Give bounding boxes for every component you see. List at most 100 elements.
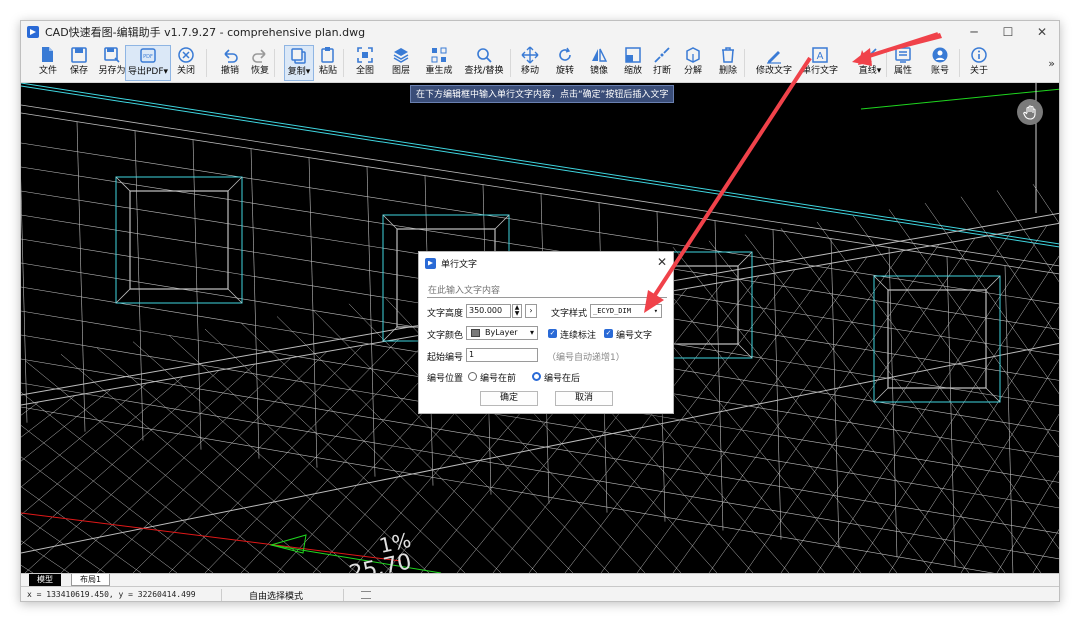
toolbar-button-copy[interactable]: 复制▾ bbox=[284, 45, 314, 81]
toolbar-button-file[interactable]: 文件 bbox=[37, 45, 59, 81]
toolbar-divider bbox=[206, 49, 207, 77]
toolbar-button-delete[interactable]: 删除 bbox=[717, 45, 739, 81]
edit-text-icon bbox=[765, 46, 783, 64]
toolbar-label: 导出PDF▾ bbox=[127, 67, 169, 77]
hint-tooltip: 在下方编辑框中输入单行文字内容，点击“确定”按钮后插入文字 bbox=[410, 85, 675, 103]
cad-hatch-line bbox=[21, 382, 148, 488]
undo-icon bbox=[221, 46, 239, 64]
tab-model[interactable]: 模型 bbox=[29, 574, 61, 586]
toolbar-button-save-as[interactable]: 另存为 bbox=[97, 45, 127, 81]
toolbar: 文件 保存 另存为 PDF 导出PDF▾ 关闭 撤销 恢复 复制▾ 粘贴 全图 图层 重生成 查找/替换 移… bbox=[21, 43, 1059, 83]
toolbar-button-regen[interactable]: 重生成 bbox=[425, 45, 453, 81]
minimize-icon[interactable]: ─ bbox=[957, 21, 991, 43]
cad-planter-edge bbox=[382, 214, 398, 230]
position-after-radio[interactable] bbox=[532, 372, 541, 381]
toolbar-button-single-line-text[interactable]: A 单行文字 bbox=[800, 45, 840, 81]
copy-icon bbox=[290, 47, 308, 65]
cad-grid-line bbox=[250, 148, 260, 459]
toolbar-button-find-replace[interactable]: 查找/替换 bbox=[463, 45, 505, 81]
text-color-value: ByLayer bbox=[485, 328, 518, 337]
toolbar-button-move[interactable]: 移动 bbox=[519, 45, 541, 81]
cad-cyan-line bbox=[21, 85, 1059, 248]
layers-icon bbox=[392, 46, 410, 64]
cad-hatch-line bbox=[744, 234, 1006, 573]
position-before-radio[interactable] bbox=[468, 372, 477, 381]
tab-layout1[interactable]: 布局1 bbox=[71, 574, 111, 586]
regen-icon bbox=[430, 46, 448, 64]
cad-grid-line bbox=[366, 166, 376, 477]
toolbar-button-zoom-extents[interactable]: 全图 bbox=[354, 45, 376, 81]
toolbar-button-scale[interactable]: 缩放 bbox=[622, 45, 644, 81]
height-more-button[interactable]: › bbox=[525, 304, 537, 318]
toolbar-button-line[interactable]: 直线▾ bbox=[855, 45, 885, 81]
toolbar-label: 撤销 bbox=[220, 66, 239, 76]
toolbar-button-explode[interactable]: 分解 bbox=[682, 45, 704, 81]
toolbar-more-button[interactable]: » bbox=[1048, 57, 1055, 70]
save-icon bbox=[70, 46, 88, 64]
text-style-label: 文字样式 bbox=[551, 309, 588, 319]
toolbar-label: 关于 bbox=[969, 66, 988, 76]
move-icon bbox=[521, 46, 539, 64]
about-icon bbox=[970, 46, 988, 64]
dialog-logo-icon bbox=[425, 257, 436, 269]
text-content-input[interactable] bbox=[427, 284, 667, 298]
cad-hatch-line bbox=[21, 370, 220, 546]
menu-lines-icon[interactable] bbox=[361, 591, 371, 599]
toolbar-button-close-circle[interactable]: 关闭 bbox=[176, 45, 196, 81]
cad-hatch-line bbox=[960, 413, 1059, 573]
toolbar-button-break[interactable]: 打断 bbox=[651, 45, 673, 81]
cad-hatch-line bbox=[708, 240, 970, 573]
toolbar-label: 修改文字 bbox=[755, 66, 792, 76]
continuous-checkbox[interactable]: ✓ bbox=[548, 329, 557, 338]
toolbar-button-rotate[interactable]: 旋转 bbox=[554, 45, 576, 81]
text-color-select[interactable]: ByLayer ▾ bbox=[466, 326, 538, 340]
toolbar-divider bbox=[510, 49, 511, 77]
line-icon bbox=[861, 46, 879, 64]
app-logo-icon bbox=[27, 26, 39, 38]
toolbar-button-save[interactable]: 保存 bbox=[68, 45, 90, 81]
toolbar-button-account[interactable]: 账号 bbox=[929, 45, 951, 81]
toolbar-button-undo[interactable]: 撤销 bbox=[219, 45, 241, 81]
cad-hatch-line bbox=[60, 354, 322, 573]
ok-button[interactable]: 确定 bbox=[480, 391, 538, 406]
account-icon bbox=[931, 46, 949, 64]
toolbar-button-edit-text[interactable]: 修改文字 bbox=[755, 45, 793, 81]
export-pdf-icon: PDF bbox=[139, 47, 157, 65]
start-number-field[interactable]: 1 bbox=[466, 348, 538, 362]
toolbar-button-redo[interactable]: 恢复 bbox=[249, 45, 271, 81]
toolbar-button-layers[interactable]: 图层 bbox=[390, 45, 412, 81]
break-icon bbox=[653, 46, 671, 64]
cad-planter-edge bbox=[985, 275, 1001, 291]
text-height-field[interactable]: 350.000 bbox=[466, 304, 511, 318]
cad-planter-edge bbox=[737, 251, 753, 267]
cad-hatch-line bbox=[924, 359, 1059, 573]
toolbar-button-about[interactable]: 关于 bbox=[968, 45, 990, 81]
status-bar: x = 133410619.450, y = 32260414.499 自由选择… bbox=[21, 586, 1059, 601]
pan-hand-icon[interactable] bbox=[1017, 99, 1043, 125]
cad-hatch-line bbox=[888, 209, 1059, 448]
selection-mode[interactable]: 自由选择模式 bbox=[249, 589, 303, 601]
toolbar-button-export-pdf[interactable]: PDF 导出PDF▾ bbox=[125, 45, 171, 81]
cad-planter-edge bbox=[985, 387, 1001, 403]
toolbar-button-paste[interactable]: 粘贴 bbox=[317, 45, 339, 81]
toolbar-label: 单行文字 bbox=[801, 66, 838, 76]
toolbar-label: 查找/替换 bbox=[464, 66, 504, 76]
toolbar-button-mirror[interactable]: 镜像 bbox=[588, 45, 610, 81]
toolbar-label: 保存 bbox=[69, 66, 88, 76]
text-color-label: 文字颜色 bbox=[427, 331, 464, 341]
redo-icon bbox=[251, 46, 269, 64]
numbered-text-checkbox[interactable]: ✓ bbox=[604, 329, 613, 338]
cad-hatch-line bbox=[168, 338, 400, 573]
dialog-close-icon[interactable]: ✕ bbox=[657, 255, 667, 269]
cad-planter-edge bbox=[382, 326, 398, 342]
toolbar-divider bbox=[343, 49, 344, 77]
cancel-button[interactable]: 取消 bbox=[555, 391, 613, 406]
maximize-icon[interactable]: ☐ bbox=[991, 21, 1025, 43]
start-number-hint: （编号自动递增1） bbox=[547, 353, 625, 363]
close-window-icon[interactable]: ✕ bbox=[1025, 21, 1059, 43]
text-style-select[interactable]: _ECYD_DIM ▾ bbox=[590, 304, 662, 318]
window-title: CAD快速看图-编辑助手 v1.7.9.27 - comprehensive p… bbox=[45, 26, 366, 39]
toolbar-button-properties[interactable]: 属性 bbox=[892, 45, 914, 81]
height-spinner-icon[interactable]: ▲ ▼ bbox=[512, 304, 522, 318]
cad-planter-edge bbox=[873, 275, 889, 291]
